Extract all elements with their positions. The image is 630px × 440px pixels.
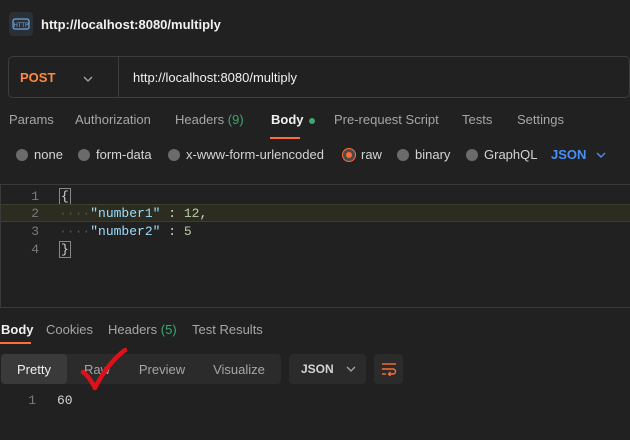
svg-text:HTTP: HTTP [13, 22, 29, 29]
open-brace: { [59, 187, 71, 205]
tab-settings[interactable]: Settings [517, 112, 564, 127]
request-body-editor[interactable]: 1 { 2 ····"number1" : 12, 3 ····"number2… [0, 184, 630, 308]
json-separator: : [160, 205, 184, 221]
radio-label: x-www-form-urlencoded [186, 147, 324, 162]
radio-none[interactable]: none [16, 147, 63, 162]
radio-circle [397, 148, 409, 161]
tab-label: Body [271, 112, 304, 127]
json-value: 12 [183, 205, 200, 221]
radio-circle [16, 148, 28, 161]
active-tab-underline [270, 137, 300, 139]
line-number: 2 [31, 205, 39, 221]
line-code: } [59, 240, 71, 258]
chevron-down-icon [83, 70, 93, 85]
url-bar: POST http://localhost:8080/multiply [8, 56, 630, 98]
method-label: POST [20, 69, 56, 85]
tab-label: Test Results [192, 322, 263, 337]
tab-headers[interactable]: Headers (9) [175, 112, 244, 127]
response-line: 1 60 [0, 392, 630, 408]
line-number: 1 [31, 188, 39, 204]
view-pretty-button[interactable]: Pretty [1, 354, 67, 384]
radio-circle [168, 148, 180, 161]
radio-circle [466, 148, 478, 161]
radio-binary[interactable]: binary [397, 147, 450, 162]
response-value: 60 [57, 392, 73, 408]
json-trailing-comma: , [199, 205, 208, 221]
tab-params[interactable]: Params [9, 112, 54, 127]
response-tab-test-results[interactable]: Test Results [192, 322, 263, 337]
radio-label: GraphQL [484, 147, 538, 162]
radio-label: raw [361, 147, 382, 162]
json-key: "number1" [90, 205, 161, 221]
line-number: 3 [31, 223, 39, 239]
response-tab-cookies[interactable]: Cookies [46, 322, 93, 337]
wrap-lines-button[interactable] [374, 354, 403, 384]
tab-pre-request-script[interactable]: Pre-request Script [334, 112, 439, 127]
headers-count: (9) [227, 112, 244, 127]
editor-line-highlighted: 2 ····"number1" : 12, [1, 204, 630, 222]
radio-graphql[interactable]: GraphQL [466, 147, 537, 162]
tab-label: Cookies [46, 322, 93, 337]
request-title[interactable]: http://localhost:8080/multiply [41, 17, 221, 32]
title-bar: HTTP http://localhost:8080/multiply [0, 0, 630, 48]
json-value: 5 [183, 223, 192, 239]
tab-label: Headers [108, 322, 158, 337]
line-code: { [59, 187, 71, 205]
tab-tests[interactable]: Tests [462, 112, 492, 127]
red-checkmark-annotation [80, 348, 128, 391]
green-dot-indicator [308, 117, 315, 124]
body-type-radios: none form-data x-www-form-urlencoded raw… [0, 147, 630, 167]
editor-line: 1 { [1, 187, 630, 205]
request-tabs: Params Authorization Headers (9) Body Pr… [0, 112, 630, 132]
response-tab-headers[interactable]: Headers (5) [108, 322, 177, 337]
response-tabs: Body Cookies Headers (5) Test Results [0, 322, 630, 342]
line-code: ····"number2" : 5 [59, 223, 192, 239]
tab-label: Settings [517, 112, 564, 127]
radio-circle [78, 148, 90, 161]
method-select[interactable]: POST [9, 57, 119, 97]
line-code: ····"number1" : 12, [59, 205, 208, 221]
view-preview-button[interactable]: Preview [127, 354, 197, 384]
format-label: JSON [301, 362, 334, 376]
tab-authorization[interactable]: Authorization [75, 112, 151, 127]
language-label: JSON [551, 147, 587, 162]
http-icon: HTTP [9, 12, 33, 36]
radio-label: form-data [96, 147, 152, 162]
tab-label: Headers [175, 112, 225, 127]
json-key: "number2" [90, 223, 161, 239]
url-input[interactable]: http://localhost:8080/multiply [133, 70, 297, 85]
response-tab-body[interactable]: Body [1, 322, 34, 337]
tab-label: Pre-request Script [334, 112, 439, 127]
radio-label: binary [415, 147, 451, 162]
editor-line: 3 ····"number2" : 5 [1, 222, 630, 240]
json-separator: : [160, 223, 184, 239]
radio-x-www-form-urlencoded[interactable]: x-www-form-urlencoded [168, 147, 324, 162]
view-visualize-button[interactable]: Visualize [197, 354, 281, 384]
headers-count: (5) [160, 322, 177, 337]
editor-line: 4 } [1, 240, 630, 258]
radio-form-data[interactable]: form-data [78, 147, 152, 162]
close-brace: } [59, 240, 71, 258]
tab-label: Body [1, 322, 34, 337]
chevron-down-icon [596, 152, 606, 158]
wrap-lines-icon [381, 363, 396, 376]
tab-label: Authorization [75, 112, 151, 127]
tab-body[interactable]: Body [271, 112, 315, 127]
tab-label: Params [9, 112, 54, 127]
line-number: 1 [28, 392, 36, 408]
radio-label: none [34, 147, 63, 162]
line-number: 4 [31, 241, 39, 257]
chevron-down-icon [346, 366, 356, 372]
response-view-toggle: Pretty Raw Preview Visualize [1, 354, 281, 384]
radio-circle-selected [343, 148, 355, 161]
language-select[interactable]: JSON [551, 147, 606, 162]
active-response-tab-underline [0, 342, 31, 344]
response-format-select[interactable]: JSON [289, 354, 366, 384]
radio-raw[interactable]: raw [343, 147, 382, 162]
tab-label: Tests [462, 112, 493, 127]
